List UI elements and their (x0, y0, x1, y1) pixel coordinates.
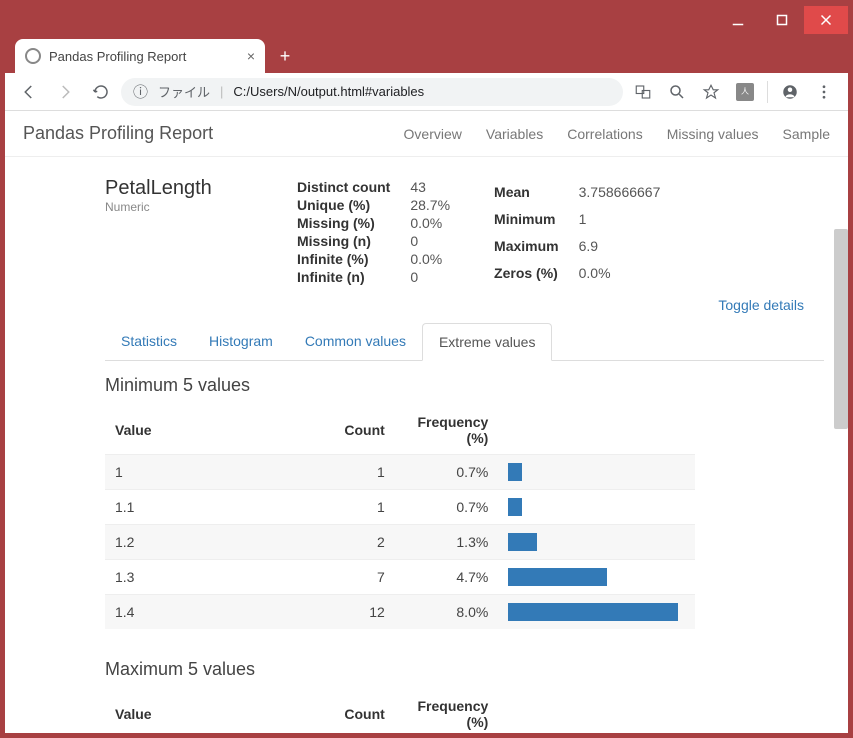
file-label: ファイル (158, 82, 210, 101)
stats-left-table: Distinct count43Unique (%)28.7%Missing (… (295, 177, 452, 287)
stat-label: Zeros (%) (494, 260, 577, 285)
stat-label: Minimum (494, 206, 577, 231)
scrollbar-thumb[interactable] (834, 229, 848, 429)
translate-icon[interactable] (627, 76, 659, 108)
window-titlebar (5, 5, 848, 35)
nav-overview[interactable]: Overview (404, 126, 462, 142)
detail-tab-histogram[interactable]: Histogram (193, 323, 289, 360)
cell-value: 1.4 (105, 595, 312, 630)
stat-label: Missing (n) (297, 233, 408, 249)
address-bar: ⓘ ファイル | C:/Users/N/output.html#variable… (5, 73, 848, 111)
menu-icon[interactable] (808, 76, 840, 108)
bookmark-icon[interactable] (695, 76, 727, 108)
max-section-title: Maximum 5 values (105, 659, 824, 680)
col-count: Count (312, 406, 395, 455)
max-values-table: Value Count Frequency (%) 6.910.7%6.721.… (105, 690, 695, 733)
stat-label: Infinite (%) (297, 251, 408, 267)
toggle-details-link[interactable]: Toggle details (718, 297, 804, 313)
stat-label: Infinite (n) (297, 269, 408, 285)
close-window-button[interactable] (804, 6, 848, 34)
detail-tab-common-values[interactable]: Common values (289, 323, 422, 360)
stat-value: 0.0% (579, 260, 661, 285)
col-value: Value (105, 690, 312, 733)
info-icon: ⓘ (133, 81, 148, 102)
table-row: 1.374.7% (105, 560, 695, 595)
freq-bar (508, 603, 678, 621)
cell-freq: 8.0% (395, 595, 499, 630)
stat-value: 3.758666667 (579, 179, 661, 204)
zoom-icon[interactable] (661, 76, 693, 108)
forward-button[interactable] (49, 76, 81, 108)
cell-count: 2 (312, 525, 395, 560)
stat-value: 1 (579, 206, 661, 231)
report-title: Pandas Profiling Report (23, 123, 213, 144)
tab-title: Pandas Profiling Report (49, 49, 186, 64)
min-values-table: Value Count Frequency (%) 110.7%1.110.7%… (105, 406, 695, 629)
table-row: 110.7% (105, 455, 695, 490)
stat-value: 28.7% (410, 197, 450, 213)
detail-tabs: StatisticsHistogramCommon valuesExtreme … (105, 323, 824, 361)
col-freq: Frequency (%) (395, 406, 499, 455)
cell-freq: 4.7% (395, 560, 499, 595)
detail-tab-statistics[interactable]: Statistics (105, 323, 193, 360)
detail-tab-extreme-values[interactable]: Extreme values (422, 323, 552, 361)
stat-label: Unique (%) (297, 197, 408, 213)
table-row: 1.221.3% (105, 525, 695, 560)
cell-count: 1 (312, 455, 395, 490)
cell-count: 12 (312, 595, 395, 630)
table-row: 1.110.7% (105, 490, 695, 525)
back-button[interactable] (13, 76, 45, 108)
maximize-button[interactable] (760, 6, 804, 34)
profile-icon[interactable] (774, 76, 806, 108)
minimize-button[interactable] (716, 6, 760, 34)
freq-bar (508, 498, 522, 516)
stats-right-table: Mean3.758666667Minimum1Maximum6.9Zeros (… (492, 177, 662, 287)
freq-bar (508, 463, 522, 481)
stat-value: 0 (410, 233, 450, 249)
cell-value: 1.2 (105, 525, 312, 560)
report-navbar: Pandas Profiling Report Overview Variabl… (5, 111, 848, 157)
stat-label: Distinct count (297, 179, 408, 195)
cell-value: 1.1 (105, 490, 312, 525)
col-count: Count (312, 690, 395, 733)
pdf-icon[interactable]: 人 (729, 76, 761, 108)
freq-bar (508, 568, 607, 586)
cell-freq: 1.3% (395, 525, 499, 560)
close-tab-icon[interactable]: × (247, 48, 255, 64)
cell-freq: 0.7% (395, 490, 499, 525)
browser-tab[interactable]: Pandas Profiling Report × (15, 39, 265, 73)
globe-icon (25, 48, 41, 64)
nav-correlations[interactable]: Correlations (567, 126, 642, 142)
stat-label: Maximum (494, 233, 577, 258)
stat-label: Mean (494, 179, 577, 204)
reload-button[interactable] (85, 76, 117, 108)
stat-label: Missing (%) (297, 215, 408, 231)
variable-type: Numeric (105, 200, 255, 214)
nav-variables[interactable]: Variables (486, 126, 543, 142)
nav-sample[interactable]: Sample (783, 126, 830, 142)
nav-missing[interactable]: Missing values (667, 126, 759, 142)
cell-value: 1.3 (105, 560, 312, 595)
report-nav-links: Overview Variables Correlations Missing … (404, 126, 830, 142)
min-section-title: Minimum 5 values (105, 375, 824, 396)
cell-freq: 0.7% (395, 455, 499, 490)
stat-value: 0.0% (410, 251, 450, 267)
stat-value: 0 (410, 269, 450, 285)
cell-count: 1 (312, 490, 395, 525)
url-text: C:/Users/N/output.html#variables (233, 84, 424, 99)
stat-value: 0.0% (410, 215, 450, 231)
variable-name: PetalLength (105, 177, 255, 200)
stat-value: 6.9 (579, 233, 661, 258)
omnibox[interactable]: ⓘ ファイル | C:/Users/N/output.html#variable… (121, 78, 623, 106)
tab-strip: Pandas Profiling Report × + (5, 35, 848, 73)
cell-count: 7 (312, 560, 395, 595)
freq-bar (508, 533, 537, 551)
table-row: 1.4128.0% (105, 595, 695, 630)
col-value: Value (105, 406, 312, 455)
col-freq: Frequency (%) (395, 690, 499, 733)
stat-value: 43 (410, 179, 450, 195)
cell-value: 1 (105, 455, 312, 490)
new-tab-button[interactable]: + (271, 42, 299, 70)
